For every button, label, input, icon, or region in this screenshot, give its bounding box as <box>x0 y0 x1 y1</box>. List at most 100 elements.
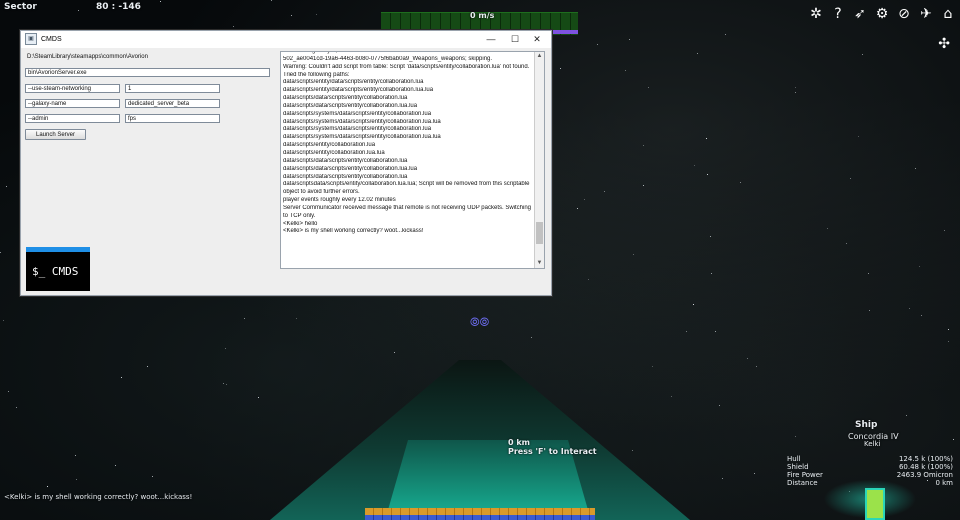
cmds-window: ▣ CMDS — ☐ ✕ D:\SteamLibrary\steamapps\c… <box>20 30 552 296</box>
star <box>756 366 757 367</box>
star <box>715 331 716 332</box>
star <box>919 266 920 267</box>
console-output[interactable]: non-existing entry 0, table: 502_ae0041cd… <box>280 51 545 269</box>
console-line: data/scriptsdata/scripts/entity/collabor… <box>283 181 530 188</box>
console-line: data/scripts/entity/collaboration.lua.lu… <box>283 149 385 156</box>
star <box>710 236 711 237</box>
star <box>693 304 694 305</box>
star <box>722 478 723 479</box>
star <box>868 273 869 274</box>
exe-path-field[interactable]: bin\AvorionServer.exe <box>25 68 270 77</box>
star <box>754 473 755 474</box>
star <box>584 199 585 200</box>
stat-hull: Hull 124.5 k (100%) <box>787 455 957 463</box>
stat-label: Shield <box>787 463 809 471</box>
star <box>316 14 317 15</box>
star <box>604 191 605 192</box>
star <box>244 318 245 319</box>
close-button[interactable]: ✕ <box>525 31 549 47</box>
console-line: data/scripts/entity/collaboration.lua <box>283 142 376 149</box>
star <box>577 208 578 209</box>
star <box>258 397 259 398</box>
arg-name-field[interactable]: --admin <box>25 114 120 123</box>
star <box>47 486 48 487</box>
arg-value-field[interactable]: 1 <box>125 84 220 93</box>
star <box>686 331 687 332</box>
arg-name-field[interactable]: --galaxy-name <box>25 99 120 108</box>
star <box>906 415 907 416</box>
maximize-button[interactable]: ☐ <box>503 31 527 47</box>
console-line: data/scripts/systems/data/scripts/entity… <box>283 134 441 141</box>
star <box>643 145 644 146</box>
star <box>223 383 224 384</box>
star <box>3 320 4 321</box>
star <box>226 384 227 385</box>
console-scrollbar[interactable]: ▲ ▼ <box>534 52 544 268</box>
star <box>588 279 589 280</box>
stat-shield: Shield 60.48 k (100%) <box>787 463 957 471</box>
no-target-icon[interactable]: ⊘ <box>896 6 912 22</box>
broken-gear-icon[interactable]: ✲ <box>808 6 824 22</box>
ship-panel-title: Ship <box>855 420 878 430</box>
chat-line: <Kelki> is my shell working correctly? w… <box>4 493 193 501</box>
satellite-icon[interactable]: ✈ <box>918 6 934 22</box>
arg-name-field[interactable]: --use-steam-networking <box>25 84 120 93</box>
star <box>152 476 153 477</box>
star <box>719 405 720 406</box>
bank-icon[interactable]: ⌂ <box>940 6 956 22</box>
star <box>652 366 653 367</box>
star <box>648 87 649 88</box>
scroll-thumb[interactable] <box>536 222 543 244</box>
stat-value: 124.5 k (100%) <box>898 455 953 463</box>
star <box>643 185 644 186</box>
star <box>16 407 17 408</box>
console-line: Tried the following paths: <box>283 71 350 78</box>
sector-coordinates: 80 : -146 <box>96 2 141 12</box>
star <box>915 168 916 169</box>
star <box>78 10 79 11</box>
star <box>909 308 910 309</box>
console-line: to TCP only. <box>283 212 316 219</box>
star <box>850 178 851 179</box>
star <box>271 0 272 1</box>
ship-owner: Kelki <box>864 440 881 448</box>
star <box>740 182 741 183</box>
console-line: player events roughly every 12.02 minute… <box>283 197 396 204</box>
star <box>711 273 712 274</box>
help-icon[interactable]: ? <box>830 6 846 22</box>
star <box>560 68 561 69</box>
console-line: data/scripts/data/scripts/entity/collabo… <box>283 102 418 109</box>
stat-value: 60.48 k (100%) <box>898 463 953 471</box>
scroll-up-icon[interactable]: ▲ <box>535 52 544 61</box>
cursor-icon[interactable]: ➶ <box>852 6 868 22</box>
window-title: CMDS <box>41 35 62 43</box>
star <box>75 455 76 456</box>
scroll-down-icon[interactable]: ▼ <box>535 259 544 268</box>
star <box>147 366 148 367</box>
cmds-logo: $_ CMDS <box>26 247 90 291</box>
star <box>697 53 698 54</box>
star <box>597 44 598 45</box>
logo-accent-bar <box>26 247 90 252</box>
console-line: data/scripts/entity/data/scripts/entity/… <box>283 87 434 94</box>
star <box>394 352 395 353</box>
star <box>707 174 708 175</box>
star <box>225 348 226 349</box>
hotbar-secondary[interactable] <box>365 515 595 520</box>
star <box>846 243 847 244</box>
console-line: data/scripts/data/scripts/entity/collabo… <box>283 157 408 164</box>
minimize-button[interactable]: — <box>479 31 503 47</box>
arg-value-field[interactable]: dedicated_server_beta <box>125 99 220 108</box>
arg-value-field[interactable]: fps <box>125 114 220 123</box>
window-titlebar[interactable]: ▣ CMDS — ☐ ✕ <box>21 31 551 47</box>
console-line: data/scripts/data/scripts/entity/collabo… <box>283 173 408 180</box>
console-line: data/scripts/systems/data/scripts/entity… <box>283 126 432 133</box>
launch-server-button[interactable]: Launch Server <box>25 129 86 140</box>
star <box>531 337 532 338</box>
tractor-icon[interactable]: ⚙ <box>874 6 890 22</box>
install-path-field[interactable]: D:\SteamLibrary\steamapps\common\Avorion <box>27 54 148 60</box>
station-icon[interactable]: ✣ <box>938 36 950 52</box>
star <box>706 138 707 139</box>
star <box>233 26 234 27</box>
star <box>944 230 945 231</box>
